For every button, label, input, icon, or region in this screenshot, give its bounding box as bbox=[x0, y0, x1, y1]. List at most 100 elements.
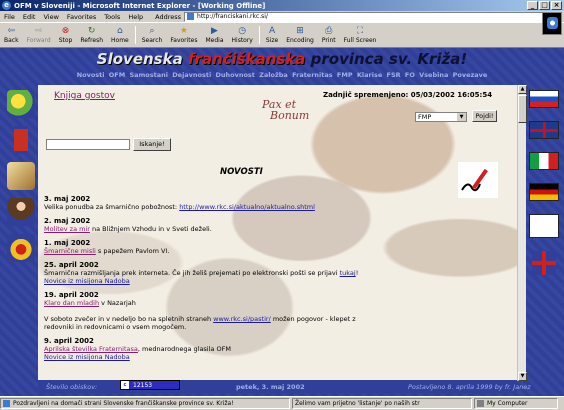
ie-page-icon bbox=[3, 400, 10, 407]
search-label: Search bbox=[141, 37, 163, 44]
news-item: 19. april 2002 Klaro dan mladih v Nazarj… bbox=[44, 291, 384, 331]
pen-signature-icon[interactable] bbox=[458, 162, 498, 198]
ie-throbber-icon bbox=[542, 12, 562, 35]
title-franciskanska: frančiškanska bbox=[182, 50, 306, 68]
guestbook-link[interactable]: Knjiga gostov bbox=[54, 91, 115, 101]
italy-flag-icon[interactable] bbox=[529, 152, 559, 170]
news-date: 2. maj 2002 bbox=[44, 217, 91, 225]
media-icon: ▶ bbox=[211, 26, 218, 36]
news-link[interactable]: Aprilska številka Fraternitasa bbox=[44, 345, 138, 353]
news-date: 1. maj 2002 bbox=[44, 239, 91, 247]
news-item: 2. maj 2002 Molitev za mir na Bližnjem V… bbox=[44, 217, 384, 233]
home-button[interactable]: ⌂ Home bbox=[107, 24, 133, 46]
red-cross-icon[interactable] bbox=[532, 251, 556, 275]
toolbar: ⇦ Back ⇨ Forward ⊗ Stop ↻ Refresh ⌂ Home ⌕ Sea… bbox=[0, 24, 540, 46]
news-text: Velika ponudba za šmarnično pobožnost: bbox=[44, 203, 180, 211]
maximize-button[interactable]: □ bbox=[539, 1, 550, 10]
menu-edit[interactable]: Edit bbox=[19, 13, 40, 21]
news-item: 9. april 2002 Aprilska številka Fraterni… bbox=[44, 337, 384, 361]
nav-fo[interactable]: FO bbox=[405, 71, 415, 79]
last-updated: Zadnjič spremenjeno: 05/03/2002 16:05:54 bbox=[323, 91, 493, 99]
refresh-button[interactable]: ↻ Refresh bbox=[76, 24, 107, 46]
nav-fmp[interactable]: FMP bbox=[337, 71, 353, 79]
menu-tools[interactable]: Tools bbox=[100, 13, 124, 21]
toolbar-separator bbox=[258, 26, 260, 44]
stop-icon: ⊗ bbox=[61, 26, 70, 36]
nav-vsebina[interactable]: Vsebina bbox=[419, 71, 448, 79]
ie-logo-icon: e bbox=[2, 1, 11, 10]
nav-novosti[interactable]: Novosti bbox=[77, 71, 105, 79]
news-date: 3. maj 2002 bbox=[44, 195, 91, 203]
favorites-button[interactable]: ★ Favorites bbox=[166, 24, 201, 46]
back-button[interactable]: ⇦ Back bbox=[0, 24, 23, 46]
home-icon: ⌂ bbox=[117, 26, 123, 36]
franciscan-emblem-icon[interactable] bbox=[529, 214, 559, 238]
nav-dejavnosti[interactable]: Dejavnosti bbox=[172, 71, 211, 79]
history-button[interactable]: ◷ History bbox=[228, 24, 257, 46]
menu-help[interactable]: Help bbox=[124, 13, 147, 21]
nav-klarise[interactable]: Klarise bbox=[357, 71, 382, 79]
section-select[interactable]: FMP bbox=[415, 112, 467, 122]
sunrise-island-icon[interactable] bbox=[7, 90, 35, 118]
media-label: Media bbox=[205, 37, 224, 44]
search-button[interactable]: ⌕ Search bbox=[138, 24, 167, 46]
papal-coat-of-arms-icon[interactable] bbox=[7, 234, 35, 262]
address-bar[interactable]: http://franciskani.rkc.si/ ▼ bbox=[184, 11, 555, 22]
news-link[interactable]: Novice iz misijona Nadoba bbox=[44, 353, 130, 361]
news-item: 1. maj 2002 Šmarnične misli s papežem Pa… bbox=[44, 239, 384, 255]
close-button[interactable]: × bbox=[551, 1, 562, 10]
address-label: Address bbox=[155, 12, 182, 21]
fullscreen-button[interactable]: ⛶ Full Screen bbox=[340, 24, 381, 46]
page-icon bbox=[187, 13, 195, 20]
news-link[interactable]: www.rkc.si/pastir/ bbox=[213, 315, 271, 323]
scroll-thumb[interactable] bbox=[518, 95, 527, 123]
fullscreen-label: Full Screen bbox=[343, 37, 377, 44]
nav-fraternitas[interactable]: Fraternitas bbox=[292, 71, 333, 79]
minimize-button[interactable]: _ bbox=[527, 1, 538, 10]
nav-fsr[interactable]: FSR bbox=[387, 71, 401, 79]
search-input[interactable] bbox=[46, 139, 130, 150]
size-icon: A bbox=[268, 26, 276, 36]
menu-favorites[interactable]: Favorites bbox=[63, 13, 100, 21]
forward-button[interactable]: ⇨ Forward bbox=[23, 24, 55, 46]
news-link[interactable]: tukaj bbox=[340, 269, 356, 277]
scroll-up-icon[interactable]: ▲ bbox=[518, 85, 527, 94]
nav-povezave[interactable]: Povezave bbox=[453, 71, 488, 79]
content-scrollbar[interactable]: ▲ ▼ bbox=[517, 85, 527, 381]
news-link[interactable]: Šmarnične misli bbox=[44, 247, 96, 255]
back-arrow-icon: ⇦ bbox=[7, 26, 16, 36]
news-text-after: ! bbox=[355, 269, 359, 277]
toolbar-separator bbox=[134, 26, 136, 44]
go-button[interactable]: Pojdi! bbox=[472, 110, 497, 122]
san-damiano-cross-icon[interactable] bbox=[14, 126, 28, 154]
book-icon[interactable] bbox=[7, 162, 35, 190]
germany-flag-icon[interactable] bbox=[529, 183, 559, 201]
size-button[interactable]: A Size bbox=[262, 24, 282, 46]
nav-samostani[interactable]: Samostani bbox=[129, 71, 168, 79]
scroll-down-icon[interactable]: ▼ bbox=[518, 372, 527, 381]
stop-button[interactable]: ⊗ Stop bbox=[55, 24, 77, 46]
news-link[interactable]: Novice iz misijona Nadoba bbox=[44, 277, 130, 285]
history-label: History bbox=[231, 37, 253, 44]
friar-icon[interactable] bbox=[7, 198, 35, 226]
news-link[interactable]: http://www.rkc.si/aktualno/aktualno.shtm… bbox=[179, 203, 315, 211]
encoding-label: Encoding bbox=[286, 37, 314, 44]
menu-view[interactable]: View bbox=[39, 13, 62, 21]
nav-zalozba[interactable]: Založba bbox=[259, 71, 288, 79]
news-link[interactable]: Molitev za mir bbox=[44, 225, 90, 233]
content-frame: Knjiga gostov Pax et Bonum Zadnjič sprem… bbox=[38, 85, 517, 381]
uk-flag-icon[interactable] bbox=[529, 121, 559, 139]
visitor-counter: c 12153 bbox=[120, 380, 180, 390]
news-link[interactable]: Klaro dan mladih bbox=[44, 299, 99, 307]
print-label: Print bbox=[321, 37, 336, 44]
nav-ofm[interactable]: OFM bbox=[109, 71, 125, 79]
search-submit-button[interactable]: Iskanje! bbox=[133, 138, 171, 151]
encoding-button[interactable]: ⊞ Encoding bbox=[282, 24, 318, 46]
slovenia-flag-icon[interactable] bbox=[529, 90, 559, 108]
window-title: OFM v Sloveniji - Microsoft Internet Exp… bbox=[14, 1, 266, 10]
address-value: http://franciskani.rkc.si/ bbox=[197, 13, 268, 20]
nav-duhovnost[interactable]: Duhovnost bbox=[215, 71, 254, 79]
menu-file[interactable]: File bbox=[0, 13, 19, 21]
media-button[interactable]: ▶ Media bbox=[201, 24, 227, 46]
print-button[interactable]: ⎙ Print bbox=[318, 24, 340, 46]
